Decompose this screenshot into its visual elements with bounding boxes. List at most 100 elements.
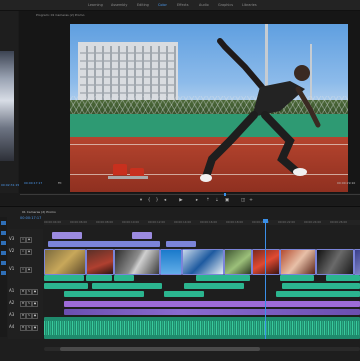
extract-icon[interactable]: ⇣ bbox=[214, 198, 220, 203]
workspace-assembly[interactable]: Assembly bbox=[111, 3, 127, 7]
audio-clip-a1[interactable] bbox=[196, 275, 250, 281]
audio-clip-a1[interactable] bbox=[44, 275, 84, 281]
starting-block bbox=[113, 164, 127, 175]
program-video-frame[interactable] bbox=[70, 24, 348, 192]
video-clip-v1[interactable] bbox=[114, 249, 160, 275]
eye-icon[interactable]: ◉ bbox=[26, 267, 32, 273]
playhead-indicator[interactable] bbox=[224, 193, 226, 196]
time-ruler[interactable]: 00:00:04:00 00:00:06:00 00:00:08:00 00:0… bbox=[44, 220, 360, 225]
play-icon[interactable]: ▶ bbox=[178, 198, 184, 203]
timeline-tab[interactable]: 01 Cameras (2) Promo bbox=[22, 210, 56, 214]
track-header-a3: A3 M S ● bbox=[8, 311, 43, 319]
ruler-tick: 00:00:14:00 bbox=[174, 220, 192, 224]
mic-icon[interactable]: ● bbox=[32, 301, 38, 307]
audio-clip-a1[interactable] bbox=[114, 275, 134, 281]
workspace-learning[interactable]: Learning bbox=[88, 3, 103, 7]
audio-clip-a2[interactable] bbox=[44, 283, 88, 289]
track-headers: V3 ▫ ◉ V2 ▫ ◉ V1 ▫ ◉ A1 M S ● A2 M S ● A… bbox=[8, 229, 43, 339]
track-header-a1: A1 M S ● bbox=[8, 287, 43, 295]
audio-clip-a2[interactable] bbox=[282, 283, 360, 289]
step-forward-icon[interactable]: ▸ bbox=[194, 198, 200, 203]
clip-area bbox=[44, 227, 360, 341]
ruler-tick: 00:00:08:00 bbox=[96, 220, 114, 224]
timeline-playhead[interactable] bbox=[265, 221, 266, 339]
music-clip-lower[interactable] bbox=[64, 309, 360, 315]
mic-icon[interactable]: ● bbox=[32, 289, 38, 295]
track-header-v3: V3 ▫ ◉ bbox=[8, 235, 43, 243]
out-point-icon[interactable]: } bbox=[154, 198, 160, 203]
audio-clip-a3[interactable] bbox=[276, 291, 360, 297]
fit-dropdown[interactable]: Fit bbox=[58, 181, 62, 185]
timeline-timecode: 00:00:17:17 bbox=[20, 216, 42, 220]
source-timecode: 00:02:31:15 bbox=[1, 183, 20, 187]
ruler-tick: 00:00:24:00 bbox=[304, 220, 322, 224]
video-clip-v1[interactable] bbox=[316, 249, 354, 275]
audio-waveform-clip[interactable] bbox=[44, 317, 360, 339]
video-clip-v1[interactable] bbox=[86, 249, 114, 275]
lift-icon[interactable]: ⇡ bbox=[205, 198, 211, 203]
mic-icon[interactable]: ● bbox=[32, 325, 38, 331]
ruler-tick: 00:00:10:00 bbox=[122, 220, 140, 224]
workspace-libraries[interactable]: Libraries bbox=[242, 3, 257, 7]
ruler-tick: 00:00:16:00 bbox=[200, 220, 218, 224]
track-name: V1 bbox=[9, 266, 15, 271]
workspace-editing[interactable]: Editing bbox=[137, 3, 149, 7]
workspace-color[interactable]: Color bbox=[158, 3, 167, 7]
workspace-effects[interactable]: Effects bbox=[177, 3, 189, 7]
track-header-a2: A2 M S ● bbox=[8, 299, 43, 307]
playhead-bar[interactable] bbox=[20, 194, 360, 195]
audio-clip-a1[interactable] bbox=[86, 275, 112, 281]
razor-tool-icon[interactable] bbox=[1, 251, 6, 255]
tools-column bbox=[0, 217, 7, 337]
selection-tool-icon[interactable] bbox=[1, 221, 6, 225]
eye-icon[interactable]: ◉ bbox=[26, 249, 32, 255]
in-point-icon[interactable]: { bbox=[146, 198, 152, 203]
video-clip-v3[interactable] bbox=[52, 232, 82, 239]
video-clip-v2[interactable] bbox=[48, 241, 160, 247]
workspace-audio[interactable]: Audio bbox=[199, 3, 209, 7]
video-clip-v1[interactable] bbox=[280, 249, 316, 275]
audio-clip-a1[interactable] bbox=[326, 275, 360, 281]
program-timecode: 00:00:17:17 bbox=[24, 181, 43, 185]
timeline-scrollbar-thumb[interactable] bbox=[60, 347, 260, 351]
ruler-tick: 00:00:06:00 bbox=[70, 220, 88, 224]
video-clip-v1[interactable] bbox=[160, 249, 182, 275]
marker-icon[interactable]: ▾ bbox=[138, 198, 144, 203]
audio-clip-a2[interactable] bbox=[184, 283, 244, 289]
track-name: V3 bbox=[9, 236, 15, 241]
video-clip-v1[interactable] bbox=[182, 249, 224, 275]
workspace-graphics[interactable]: Graphics bbox=[218, 3, 233, 7]
audio-clip-a3[interactable] bbox=[164, 291, 204, 297]
video-clip-v1[interactable] bbox=[252, 249, 280, 275]
program-monitor: Program: 01 Cameras (2) Promo 00:00:17:1… bbox=[19, 11, 360, 193]
video-clip-v1[interactable] bbox=[354, 249, 360, 275]
video-clip-v2[interactable] bbox=[166, 241, 196, 247]
waveform bbox=[44, 321, 360, 335]
track-header-v1: V1 ▫ ◉ bbox=[8, 259, 43, 279]
workspace-bar: Learning Assembly Editing Color Effects … bbox=[0, 0, 360, 11]
step-back-icon[interactable]: ◂ bbox=[162, 198, 168, 203]
track-name: A3 bbox=[9, 312, 15, 317]
video-clip-v1[interactable] bbox=[224, 249, 252, 275]
video-clip-v3[interactable] bbox=[132, 232, 152, 239]
timeline-playhead-head[interactable] bbox=[263, 219, 268, 223]
sprinter-figure bbox=[200, 38, 321, 182]
video-clip-v1[interactable] bbox=[44, 249, 86, 275]
audio-clip-a2[interactable] bbox=[92, 283, 162, 289]
pen-tool-icon[interactable] bbox=[1, 271, 6, 275]
mic-icon[interactable]: ● bbox=[32, 313, 38, 319]
comparison-view-icon[interactable]: ◫ bbox=[240, 198, 246, 203]
export-frame-icon[interactable]: ▣ bbox=[224, 198, 230, 203]
button-editor-icon[interactable]: + bbox=[248, 198, 254, 203]
ripple-edit-tool-icon[interactable] bbox=[1, 241, 6, 245]
timeline-panel: 01 Cameras (2) Promo 00:00:17:17 00:00:0… bbox=[0, 206, 360, 361]
track-name: A2 bbox=[9, 300, 15, 305]
eye-icon[interactable]: ◉ bbox=[26, 237, 32, 243]
audio-clip-a3[interactable] bbox=[64, 291, 144, 297]
audio-clip-a1[interactable] bbox=[280, 275, 314, 281]
track-select-tool-icon[interactable] bbox=[1, 231, 6, 235]
slip-tool-icon[interactable] bbox=[1, 261, 6, 265]
music-clip[interactable] bbox=[64, 301, 360, 307]
source-monitor: 00:02:31:15 bbox=[0, 11, 20, 193]
ruler-tick: 00:00:18:00 bbox=[226, 220, 244, 224]
